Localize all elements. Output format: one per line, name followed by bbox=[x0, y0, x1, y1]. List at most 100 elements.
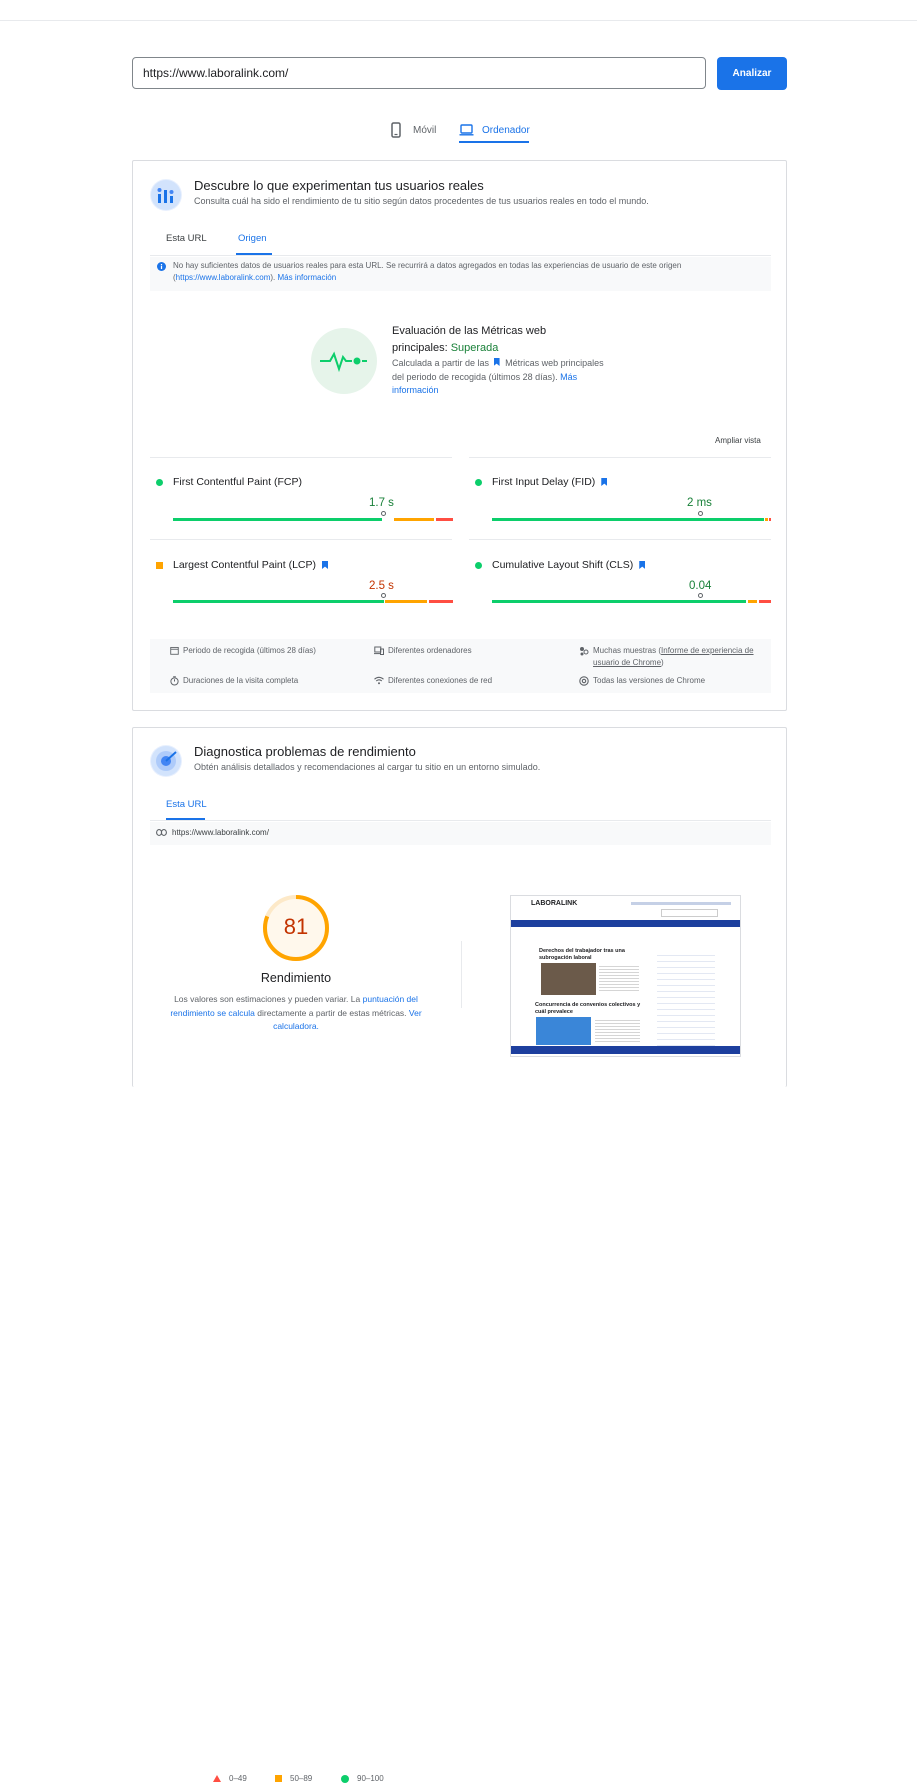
tab-this-url[interactable]: Esta URL bbox=[166, 233, 207, 244]
legend-poor: 0–49 bbox=[213, 1774, 247, 1783]
url-input[interactable] bbox=[132, 57, 706, 89]
footer-versions: Todas las versiones de Chrome bbox=[579, 675, 705, 687]
tabs-divider bbox=[150, 255, 771, 256]
wifi-icon bbox=[374, 676, 384, 685]
fcp-bar-average bbox=[394, 518, 434, 521]
top-divider bbox=[0, 20, 917, 21]
cwv-desc-1: Calculada a partir de las bbox=[392, 358, 490, 368]
legend-good: 90–100 bbox=[341, 1774, 384, 1783]
tab-origin[interactable]: Origen bbox=[238, 233, 267, 244]
core-vitals-flag-icon bbox=[639, 561, 646, 569]
calendar-icon bbox=[170, 646, 179, 655]
page-screenshot-thumbnail: LABORALINK Derechos del trabajador tras … bbox=[510, 895, 741, 1057]
cls-marker bbox=[698, 593, 703, 598]
metric-lcp-label: Largest Contentful Paint (LCP) bbox=[173, 559, 316, 571]
cwv-description: Calculada a partir de las Métricas web p… bbox=[392, 357, 607, 398]
tab-desktop-underline bbox=[459, 141, 529, 143]
metrics-mid-divider-left bbox=[150, 539, 452, 540]
average-square-icon bbox=[156, 561, 163, 569]
performance-score: 81 bbox=[283, 914, 309, 939]
fid-bar-poor bbox=[769, 518, 771, 521]
notice-more-link[interactable]: Más información bbox=[277, 273, 336, 282]
thumbnail-text-1 bbox=[599, 964, 639, 992]
good-dot-icon bbox=[475, 561, 482, 569]
footer-period: Periodo de recogida (últimos 28 días) bbox=[170, 645, 316, 657]
expand-view-link[interactable]: Ampliar vista bbox=[715, 436, 761, 445]
tested-url-bar: https://www.laboralink.com/ bbox=[150, 822, 771, 845]
thumbnail-headline-2: Concurrencia de convenios colectivos y c… bbox=[535, 1002, 641, 1015]
fid-bar-good bbox=[492, 518, 764, 521]
metric-lcp: Largest Contentful Paint (LCP) bbox=[156, 559, 328, 571]
timer-icon bbox=[170, 676, 179, 686]
lcp-bar-poor bbox=[429, 600, 453, 603]
metric-fcp: First Contentful Paint (FCP) bbox=[156, 476, 302, 488]
footer-durations: Duraciones de la visita completa bbox=[170, 675, 298, 687]
field-data-card: Descubre lo que experimentan tus usuario… bbox=[132, 160, 787, 711]
thumbnail-headline-1: Derechos del trabajador tras una subroga… bbox=[539, 948, 625, 961]
lab-tabs-divider bbox=[150, 820, 771, 821]
field-data-footer: Periodo de recogida (últimos 28 días) Di… bbox=[150, 639, 771, 693]
metric-fid-value: 2 ms bbox=[687, 497, 712, 509]
smartphone-icon bbox=[391, 122, 401, 138]
field-data-title: Descubre lo que experimentan tus usuario… bbox=[194, 178, 484, 193]
laptop-icon bbox=[459, 124, 474, 136]
legend-average: 50–89 bbox=[275, 1774, 312, 1783]
radar-icon bbox=[150, 745, 182, 777]
legend-good-range: 90–100 bbox=[357, 1774, 384, 1783]
cls-bar-poor bbox=[759, 600, 771, 603]
metrics-mid-divider-right bbox=[469, 539, 771, 540]
core-vitals-flag-icon bbox=[322, 561, 328, 569]
info-icon bbox=[157, 262, 166, 271]
analyze-button[interactable]: Analizar bbox=[717, 57, 787, 90]
metric-lcp-value: 2.5 s bbox=[369, 580, 394, 592]
perf-desc-2: directamente a partir de estas métricas. bbox=[254, 1007, 409, 1018]
lab-vertical-divider bbox=[461, 941, 462, 1008]
fid-bar-average bbox=[765, 518, 768, 521]
lab-data-title: Diagnostica problemas de rendimiento bbox=[194, 744, 416, 759]
footer-devices-text: Diferentes ordenadores bbox=[388, 646, 472, 655]
thumbnail-cookie-bar bbox=[511, 1046, 740, 1054]
lcp-bar-good bbox=[173, 600, 384, 603]
samples-icon bbox=[580, 647, 589, 656]
core-vitals-flag-icon bbox=[601, 478, 608, 486]
metric-fid-label: First Input Delay (FID) bbox=[492, 476, 596, 488]
cwv-status: Superada bbox=[450, 342, 499, 354]
footer-samples: Muchas muestras (Informe de experiencia … bbox=[579, 645, 769, 669]
tab-desktop[interactable]: Ordenador bbox=[459, 118, 530, 142]
footer-samples-prefix: Muchas muestras ( bbox=[593, 646, 662, 655]
fcp-bar-good bbox=[173, 518, 382, 521]
users-chart-icon bbox=[150, 179, 182, 211]
footer-versions-text: Todas las versiones de Chrome bbox=[593, 676, 706, 685]
notice-origin-link[interactable]: https://www.laboralink.com bbox=[176, 273, 271, 282]
lab-data-card: Diagnostica problemas de rendimiento Obt… bbox=[132, 727, 787, 1783]
performance-label: Rendimiento bbox=[260, 971, 332, 985]
metrics-divider-right bbox=[469, 457, 771, 458]
performance-description: Los valores son estimaciones y pueden va… bbox=[168, 993, 424, 1034]
thumbnail-sidebar bbox=[657, 950, 715, 1046]
cwv-pulse-icon bbox=[311, 328, 377, 394]
footer-connections: Diferentes conexiones de red bbox=[374, 675, 492, 687]
lcp-bar-average bbox=[385, 600, 427, 603]
lab-data-subtitle: Obtén análisis detallados y recomendacio… bbox=[194, 762, 541, 772]
perf-desc-1: Los valores son estimaciones y pueden va… bbox=[174, 994, 363, 1004]
triangle-icon bbox=[213, 1775, 221, 1782]
circle-icon bbox=[341, 1774, 349, 1783]
link-icon bbox=[156, 829, 167, 836]
legend-poor-range: 0–49 bbox=[229, 1774, 247, 1783]
tab-mobile[interactable]: Móvil bbox=[391, 118, 436, 142]
footer-samples-suffix: ) bbox=[661, 658, 664, 667]
footer-period-text: Periodo de recogida (últimos 28 días) bbox=[183, 646, 316, 655]
tab-lab-this-url[interactable]: Esta URL bbox=[166, 799, 207, 810]
chrome-icon bbox=[579, 676, 589, 686]
metric-fcp-label: First Contentful Paint (FCP) bbox=[173, 476, 302, 488]
square-icon bbox=[275, 1775, 282, 1782]
metrics-divider-left bbox=[150, 457, 452, 458]
thumbnail-nav bbox=[511, 920, 740, 927]
field-data-subtitle: Consulta cuál ha sido el rendimiento de … bbox=[194, 196, 649, 206]
metric-cls-value: 0.04 bbox=[689, 580, 712, 592]
thumbnail-image-1 bbox=[541, 963, 596, 995]
thumbnail-image-2 bbox=[536, 1017, 591, 1045]
cls-bar-good bbox=[492, 600, 746, 603]
footer-durations-text: Duraciones de la visita completa bbox=[183, 676, 299, 685]
thumbnail-search bbox=[661, 909, 718, 917]
